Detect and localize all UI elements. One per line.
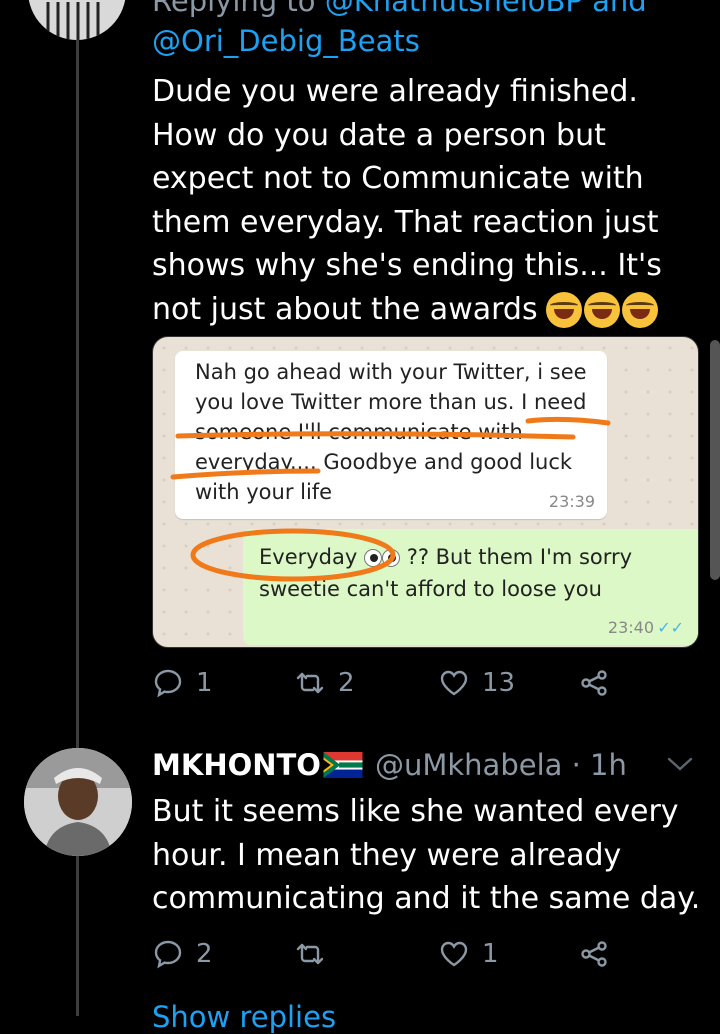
previous-tweet-avatar[interactable] (28, 0, 126, 40)
like-count: 1 (482, 939, 499, 969)
thread-connector-line (76, 30, 79, 1016)
tweet2-action-bar: 2 1 (152, 938, 632, 978)
share-icon (581, 941, 607, 967)
next-media-peek (710, 340, 720, 580)
tweet1-action-bar: 1 2 13 (152, 667, 632, 707)
share-icon (581, 670, 607, 696)
retweet-button[interactable]: 2 (294, 667, 355, 699)
like-count: 13 (482, 668, 516, 698)
tweet2-header: MKHONTO @uMkhabela · 1h (152, 748, 627, 782)
heart-icon (440, 670, 468, 696)
laughing-emoji-icon (583, 292, 620, 328)
tweet2-text: But it seems like she wanted every hour.… (152, 794, 701, 916)
reply-button[interactable]: 1 (152, 667, 213, 699)
reply-button[interactable]: 2 (152, 938, 213, 970)
retweet-count: 2 (338, 668, 355, 698)
share-button[interactable] (578, 938, 610, 970)
retweet-icon (296, 672, 324, 694)
laughing-emoji-icon (545, 292, 582, 328)
laughing-emoji-icon (621, 292, 658, 328)
reply-icon (154, 940, 182, 969)
tweet-timestamp: · 1h (571, 748, 627, 782)
heart-icon (440, 941, 468, 967)
reply-mention-link-2[interactable]: @Ori_Debig_Beats (152, 24, 420, 58)
reply-count: 2 (196, 939, 213, 969)
chevron-down-icon[interactable] (666, 754, 694, 774)
south-africa-flag-icon (323, 752, 363, 778)
tweet-media-image[interactable]: Nah go ahead with your Twitter, i see yo… (152, 336, 699, 648)
reply-count: 1 (196, 668, 213, 698)
tweet-text: Dude you were already finished. How do y… (152, 70, 712, 331)
share-button[interactable] (578, 667, 610, 699)
like-button[interactable]: 13 (438, 667, 515, 699)
replying-to-line: Replying to @KhathutsheloBP and (152, 0, 647, 18)
like-button[interactable]: 1 (438, 938, 499, 970)
show-replies-link[interactable]: Show replies (152, 1000, 336, 1034)
retweet-icon (296, 943, 324, 965)
reply-icon (154, 669, 182, 698)
display-name[interactable]: MKHONTO (152, 748, 321, 782)
orange-annotation-marks (170, 416, 611, 582)
user-avatar[interactable] (24, 748, 132, 856)
reply-mention-link[interactable]: @KhathutsheloBP and (325, 0, 647, 18)
tweet-text-content: Dude you were already finished. How do y… (152, 74, 662, 327)
retweet-button[interactable] (294, 938, 338, 970)
user-handle[interactable]: @uMkhabela (375, 748, 562, 782)
laughing-emoji-group (545, 292, 658, 328)
replying-to-label: Replying to (152, 0, 316, 18)
